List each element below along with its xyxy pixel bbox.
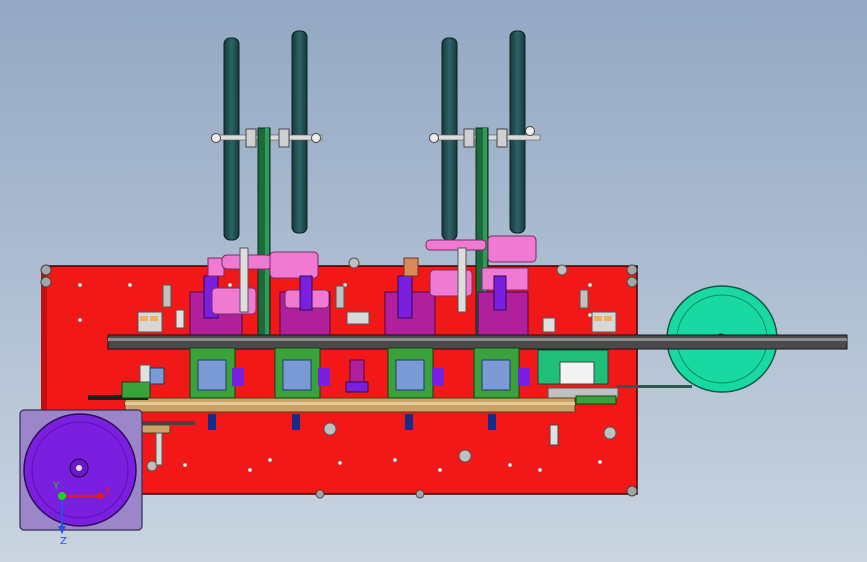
support-foot [40, 264, 52, 276]
support-foot [626, 485, 638, 497]
support-foot [626, 276, 638, 288]
main-beam [107, 334, 848, 350]
reel-disc [291, 30, 308, 234]
axis-x-label: X [104, 486, 111, 497]
shaft-nut [211, 133, 221, 143]
mounting-hole [348, 257, 360, 269]
shaft-collar [496, 128, 508, 148]
motor-housing [19, 409, 143, 531]
axis-z-label: Z [60, 536, 67, 547]
support-foot [415, 489, 425, 499]
mounting-hole [458, 449, 472, 463]
support-column [265, 128, 269, 338]
support-foot [626, 264, 638, 276]
mounting-hole [556, 264, 568, 276]
axis-y-label: Y [52, 481, 60, 492]
shaft-collar [463, 128, 475, 148]
cad-viewport[interactable]: X Y Z [0, 0, 867, 562]
axis-y-dot [58, 492, 66, 500]
support-foot [315, 489, 325, 499]
shaft-nut [311, 133, 321, 143]
support-foot [40, 276, 52, 288]
reel-disc [509, 30, 526, 234]
shaft-collar [245, 128, 257, 148]
mounting-hole [603, 426, 617, 440]
shaft-nut [429, 133, 439, 143]
mounting-hole [323, 422, 337, 436]
spool-arm [616, 385, 692, 388]
shaft-nut [525, 126, 535, 136]
main-beam-highlight [108, 338, 847, 341]
machine-assembly-drawing: X Y Z [19, 30, 848, 547]
shaft-collar [278, 128, 290, 148]
actuator-module-4 [477, 267, 529, 341]
